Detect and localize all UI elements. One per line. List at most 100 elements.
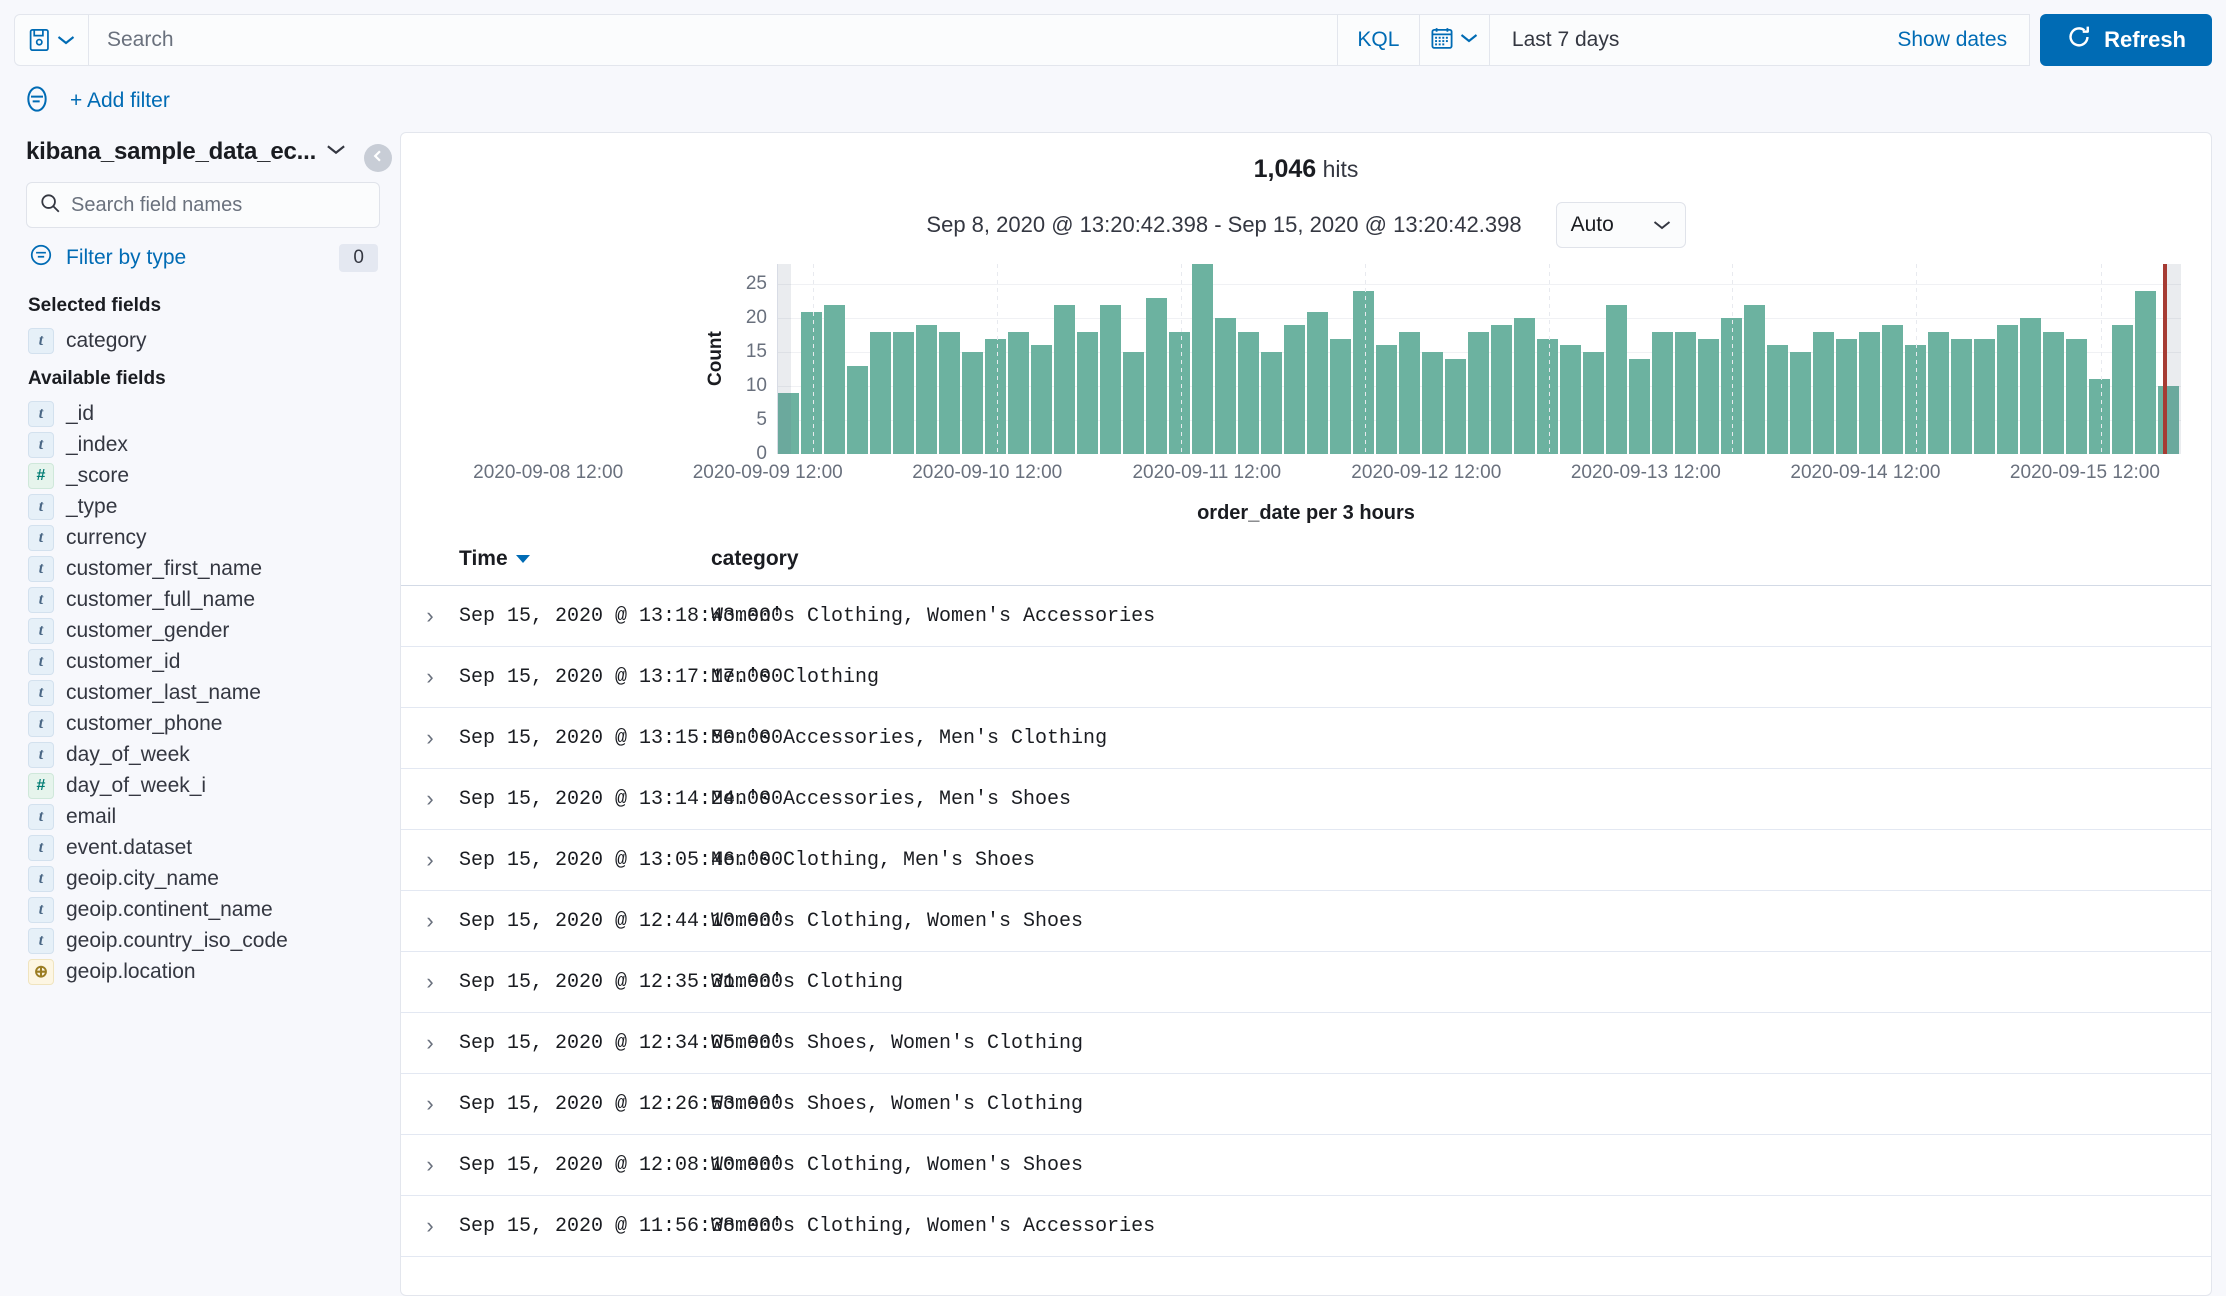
field-item-customer-last-name[interactable]: tcustomer_last_name: [26, 677, 380, 708]
table-row[interactable]: ›Sep 15, 2020 @ 12:44:10.000Women's Clot…: [401, 891, 2211, 952]
expand-row-button[interactable]: ›: [401, 847, 459, 873]
histogram-bar[interactable]: [1100, 305, 1121, 454]
field-item-customer-phone[interactable]: tcustomer_phone: [26, 708, 380, 739]
histogram-bar[interactable]: [1606, 305, 1627, 454]
caret-down-icon[interactable]: [516, 555, 530, 563]
histogram-bar[interactable]: [1698, 339, 1719, 454]
table-row[interactable]: ›Sep 15, 2020 @ 13:15:50.000Men's Access…: [401, 708, 2211, 769]
histogram-bar[interactable]: [1284, 325, 1305, 454]
field-item--type[interactable]: t_type: [26, 491, 380, 522]
expand-row-button[interactable]: ›: [401, 603, 459, 629]
field-item-currency[interactable]: tcurrency: [26, 522, 380, 553]
field-item--id[interactable]: t_id: [26, 398, 380, 429]
histogram-bar[interactable]: [1031, 345, 1052, 454]
histogram-bar[interactable]: [2158, 386, 2179, 454]
histogram-bar[interactable]: [1629, 359, 1650, 454]
field-item-customer-full-name[interactable]: tcustomer_full_name: [26, 584, 380, 615]
field-item-event-dataset[interactable]: tevent.dataset: [26, 832, 380, 863]
expand-row-button[interactable]: ›: [401, 1030, 459, 1056]
histogram-bar[interactable]: [1560, 345, 1581, 454]
histogram-bar[interactable]: [1077, 332, 1098, 454]
histogram-bar[interactable]: [893, 332, 914, 454]
date-quick-select-button[interactable]: [1420, 15, 1490, 65]
table-row[interactable]: ›Sep 15, 2020 @ 13:18:43.000Women's Clot…: [401, 586, 2211, 647]
field-item--score[interactable]: #_score: [26, 460, 380, 491]
histogram-bar[interactable]: [1169, 332, 1190, 454]
histogram-bar[interactable]: [1514, 318, 1535, 454]
histogram-bar[interactable]: [1445, 359, 1466, 454]
histogram-bar[interactable]: [1813, 332, 1834, 454]
field-item-customer-gender[interactable]: tcustomer_gender: [26, 615, 380, 646]
histogram-bar[interactable]: [939, 332, 960, 454]
chevron-down-icon[interactable]: [326, 143, 346, 161]
filter-options-button[interactable]: [22, 84, 52, 119]
histogram-bar[interactable]: [1537, 339, 1558, 454]
histogram-bar[interactable]: [1974, 339, 1995, 454]
histogram-bar[interactable]: [2135, 291, 2156, 454]
expand-row-button[interactable]: ›: [401, 664, 459, 690]
histogram-bar[interactable]: [985, 339, 1006, 454]
saved-query-button[interactable]: [15, 15, 89, 65]
histogram-bar[interactable]: [1422, 352, 1443, 454]
field-item-geoip-country-iso-code[interactable]: tgeoip.country_iso_code: [26, 925, 380, 956]
histogram-bar[interactable]: [1836, 339, 1857, 454]
table-row[interactable]: ›Sep 15, 2020 @ 12:26:53.000Women's Shoe…: [401, 1074, 2211, 1135]
histogram-bar[interactable]: [870, 332, 891, 454]
category-column-header[interactable]: category: [711, 547, 799, 571]
histogram-bar[interactable]: [1675, 332, 1696, 454]
histogram-bar[interactable]: [1215, 318, 1236, 454]
search-input[interactable]: [89, 15, 1337, 65]
histogram-bar[interactable]: [916, 325, 937, 454]
time-column-header[interactable]: Time: [459, 547, 711, 571]
expand-row-button[interactable]: ›: [401, 1091, 459, 1117]
kql-language-button[interactable]: KQL: [1337, 15, 1419, 65]
table-row[interactable]: ›Sep 15, 2020 @ 12:08:10.000Women's Clot…: [401, 1135, 2211, 1196]
histogram-bar[interactable]: [1238, 332, 1259, 454]
field-item-category[interactable]: tcategory: [26, 325, 380, 356]
histogram-bar[interactable]: [1330, 339, 1351, 454]
histogram-bar[interactable]: [2066, 339, 2087, 454]
refresh-button[interactable]: Refresh: [2040, 14, 2212, 66]
table-row[interactable]: ›Sep 15, 2020 @ 13:17:17.000Men's Clothi…: [401, 647, 2211, 708]
filter-by-type-row[interactable]: Filter by type 0: [26, 228, 380, 283]
histogram-bar[interactable]: [2043, 332, 2064, 454]
field-item-geoip-location[interactable]: ⊕geoip.location: [26, 956, 380, 987]
chart-bars-container[interactable]: [777, 264, 2181, 454]
date-range-label[interactable]: Last 7 days: [1490, 15, 1637, 65]
histogram-bar[interactable]: [1859, 332, 1880, 454]
histogram-bar[interactable]: [2112, 325, 2133, 454]
table-row[interactable]: ›Sep 15, 2020 @ 11:56:38.000Women's Clot…: [401, 1196, 2211, 1257]
histogram-bar[interactable]: [1583, 352, 1604, 454]
field-item-day-of-week[interactable]: tday_of_week: [26, 739, 380, 770]
field-item-day-of-week-i[interactable]: #day_of_week_i: [26, 770, 380, 801]
histogram-bar[interactable]: [1146, 298, 1167, 454]
histogram-bar[interactable]: [1261, 352, 1282, 454]
histogram-bar[interactable]: [801, 312, 822, 455]
histogram-bar[interactable]: [1123, 352, 1144, 454]
table-row[interactable]: ›Sep 15, 2020 @ 12:35:31.000Women's Clot…: [401, 952, 2211, 1013]
histogram-bar[interactable]: [1744, 305, 1765, 454]
histogram-bar[interactable]: [1468, 332, 1489, 454]
expand-row-button[interactable]: ›: [401, 725, 459, 751]
histogram-bar[interactable]: [1353, 291, 1374, 454]
histogram-bar[interactable]: [1928, 332, 1949, 454]
histogram-bar[interactable]: [1054, 305, 1075, 454]
histogram-bar[interactable]: [847, 366, 868, 454]
histogram-bar[interactable]: [1790, 352, 1811, 454]
histogram-bar[interactable]: [1767, 345, 1788, 454]
add-filter-button[interactable]: + Add filter: [70, 89, 170, 113]
expand-row-button[interactable]: ›: [401, 786, 459, 812]
interval-select[interactable]: Auto: [1556, 202, 1686, 248]
histogram-bar[interactable]: [1491, 325, 1512, 454]
index-pattern-selector[interactable]: kibana_sample_data_ec...: [26, 138, 316, 166]
field-item-customer-first-name[interactable]: tcustomer_first_name: [26, 553, 380, 584]
histogram-bar[interactable]: [1008, 332, 1029, 454]
histogram-bar[interactable]: [2020, 318, 2041, 454]
histogram-bar[interactable]: [1192, 264, 1213, 454]
histogram-bar[interactable]: [1997, 325, 2018, 454]
show-dates-button[interactable]: Show dates: [1637, 15, 2029, 65]
field-item-geoip-city-name[interactable]: tgeoip.city_name: [26, 863, 380, 894]
table-row[interactable]: ›Sep 15, 2020 @ 12:34:05.000Women's Shoe…: [401, 1013, 2211, 1074]
expand-row-button[interactable]: ›: [401, 1213, 459, 1239]
expand-row-button[interactable]: ›: [401, 969, 459, 995]
